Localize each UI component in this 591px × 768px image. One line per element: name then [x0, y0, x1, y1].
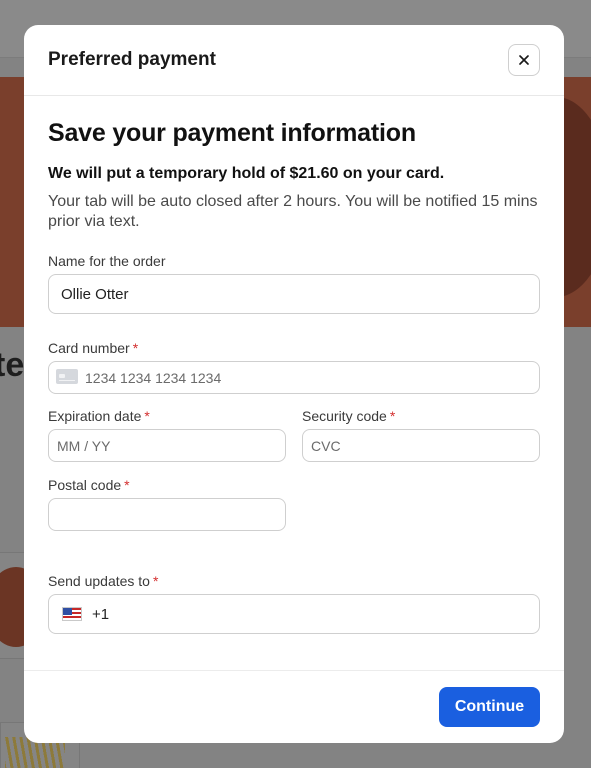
card-number-label: Card number *: [48, 340, 139, 356]
close-button[interactable]: [508, 44, 540, 76]
required-marker: *: [132, 340, 139, 356]
hold-notice: We will put a temporary hold of $21.60 o…: [48, 165, 445, 182]
postal-code-label: Postal code *: [48, 477, 130, 493]
modal-body: Save your payment information We will pu…: [24, 119, 564, 634]
required-marker: *: [152, 573, 159, 589]
phone-field: [48, 594, 540, 634]
background-heading: te: [0, 346, 25, 384]
required-marker: *: [144, 408, 150, 424]
expiration-field: Expiration date *: [48, 408, 286, 462]
phone-input[interactable]: [48, 594, 540, 634]
postal-code-input[interactable]: [48, 498, 286, 531]
name-field-label: Name for the order: [48, 253, 166, 269]
credit-card-icon: [56, 369, 78, 384]
close-icon: [519, 55, 529, 65]
security-code-input[interactable]: [302, 429, 540, 462]
expiration-date-label: Expiration date *: [48, 408, 150, 424]
name-input[interactable]: [48, 274, 540, 314]
section-heading: Save your payment information: [48, 119, 416, 147]
modal-header: Preferred payment: [24, 25, 564, 96]
security-code-label: Security code *: [302, 408, 396, 424]
expiry-security-row: Expiration date* Security code*: [48, 408, 540, 462]
us-flag-icon[interactable]: [62, 607, 82, 621]
required-marker: *: [389, 408, 396, 424]
card-number-input[interactable]: [48, 361, 540, 394]
required-marker: *: [124, 477, 130, 493]
send-updates-label: Send updates to *: [48, 573, 159, 589]
info-text: Your tab will be auto closed after 2 hou…: [48, 193, 538, 230]
security-code-field: Security code *: [302, 408, 540, 462]
modal-title: Preferred payment: [48, 49, 216, 70]
expiration-date-input[interactable]: [48, 429, 286, 462]
card-number-field: [48, 361, 540, 394]
continue-button[interactable]: Continue: [439, 687, 540, 727]
postal-code-field: Postal code *: [48, 477, 286, 531]
modal-footer: Continue: [24, 670, 564, 743]
payment-modal: Preferred payment Save your payment info…: [24, 25, 564, 743]
